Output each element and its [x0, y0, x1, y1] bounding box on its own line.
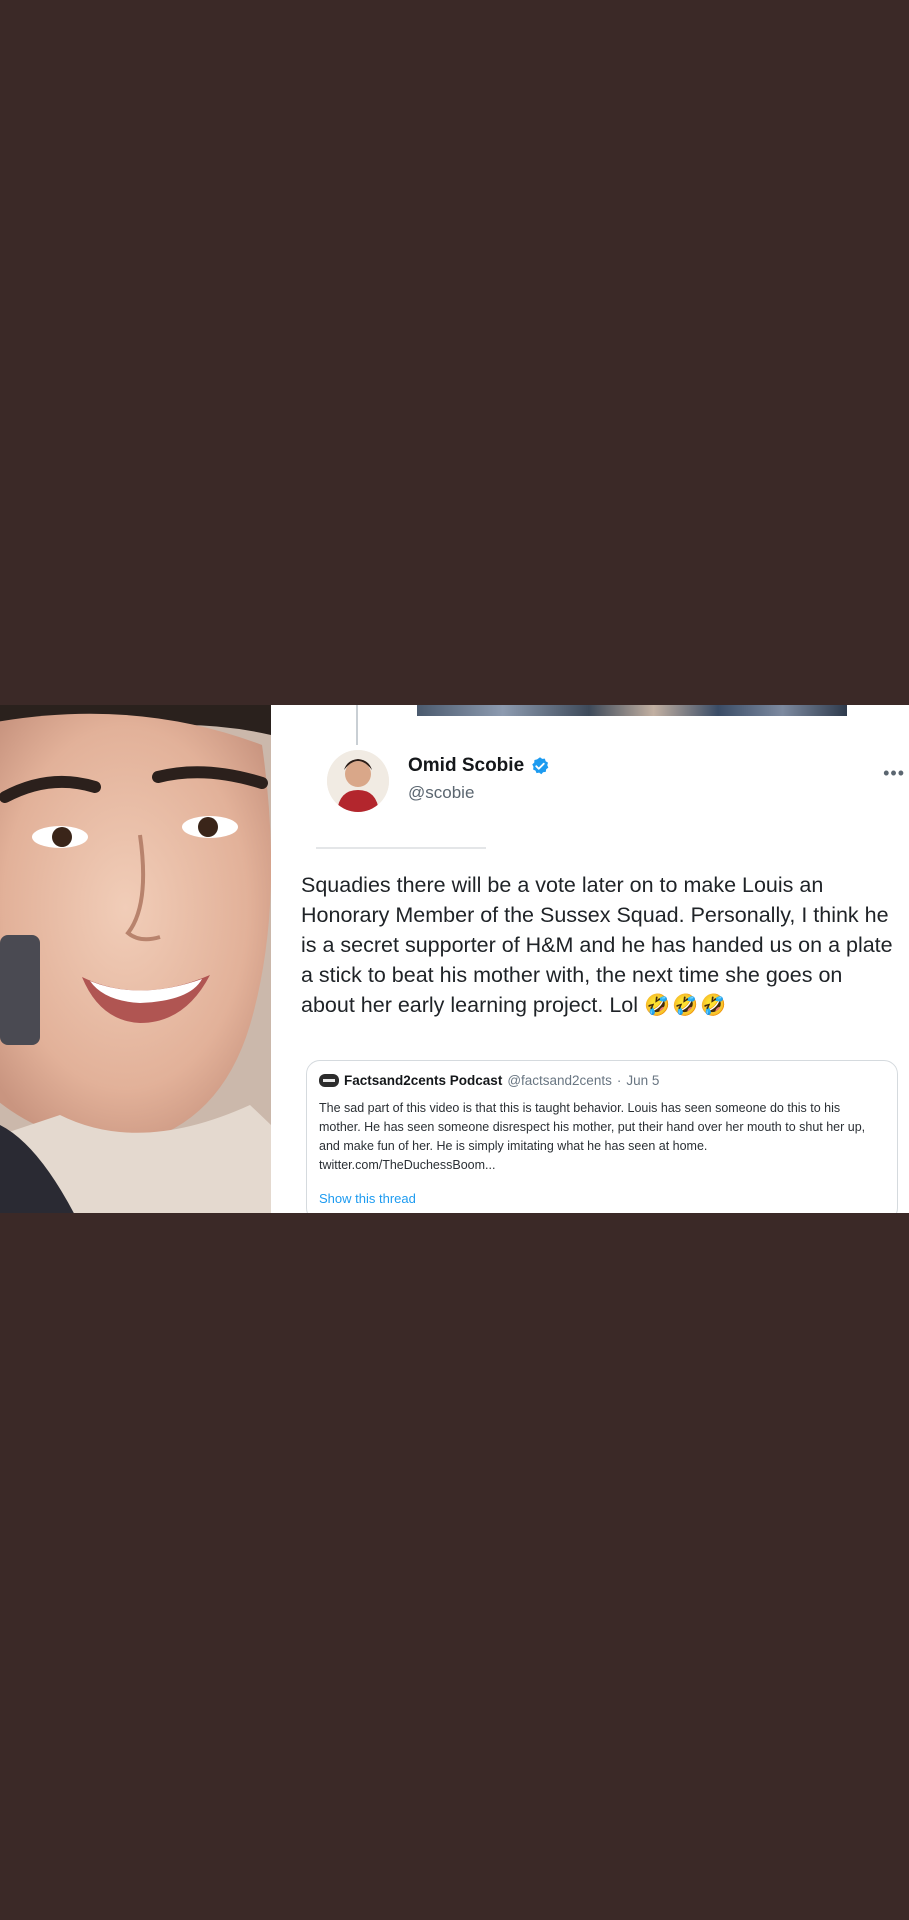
screenshot-image: Omid Scobie @scobie ••• Squadies there w… [0, 705, 909, 1213]
faint-divider [316, 847, 486, 849]
tweet-body: Squadies there will be a vote later on t… [301, 873, 893, 1017]
tweet-card: Omid Scobie @scobie ••• Squadies there w… [271, 705, 909, 1213]
quoted-separator: · [616, 1073, 622, 1088]
author-name-row: Omid Scobie [408, 755, 550, 777]
quoted-author-handle[interactable]: @factsand2cents [507, 1073, 612, 1088]
rofl-emoji-icon: 🤣 [672, 994, 699, 1017]
thread-connector-line [356, 705, 358, 745]
author-handle[interactable]: @scobie [408, 783, 474, 803]
cropped-photo-strip [417, 705, 847, 716]
quoted-tweet-text: The sad part of this video is that this … [319, 1101, 866, 1172]
rofl-emoji-icon: 🤣 [644, 994, 671, 1017]
quoted-tweet[interactable]: Factsand2cents Podcast @factsand2cents ·… [306, 1060, 898, 1213]
quoted-tweet-header: Factsand2cents Podcast @factsand2cents ·… [319, 1073, 659, 1088]
rofl-emoji-icon: 🤣 [700, 994, 727, 1017]
show-thread-link[interactable]: Show this thread [319, 1191, 416, 1206]
tweet-text: Squadies there will be a vote later on t… [301, 870, 901, 1021]
portrait-photo [0, 705, 271, 1213]
avatar-image [327, 750, 389, 812]
quoted-date[interactable]: Jun 5 [626, 1073, 659, 1088]
emoji-row: 🤣🤣🤣 [644, 993, 728, 1017]
author-avatar[interactable] [327, 750, 389, 812]
portrait-illustration [0, 705, 271, 1213]
podcast-avatar-icon [319, 1074, 339, 1087]
verified-badge-icon [532, 757, 549, 775]
author-name[interactable]: Omid Scobie [408, 755, 524, 777]
more-options-button[interactable]: ••• [883, 763, 905, 784]
quoted-author-name[interactable]: Factsand2cents Podcast [344, 1073, 502, 1088]
